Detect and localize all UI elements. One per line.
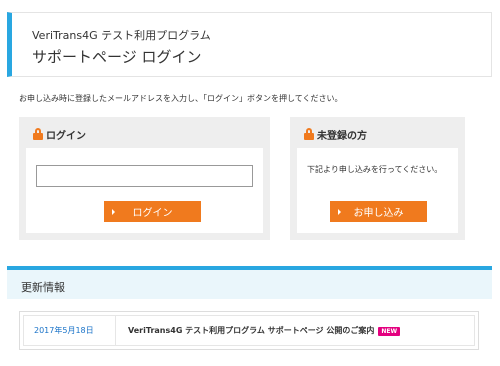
- login-instruction: お申し込み時に登録したメールアドレスを入力し、「ログイン」ボタンを押してください…: [19, 94, 343, 103]
- login-panel-body: ログイン: [26, 148, 263, 233]
- news-date: 2017年5月18日: [24, 316, 116, 345]
- news-list: 2017年5月18日 VeriTrans4G テスト利用プログラム サポートペー…: [19, 311, 479, 350]
- register-instruction: 下記より申し込みを行ってください。: [307, 165, 443, 174]
- arrow-right-icon: [338, 209, 341, 215]
- lock-icon: [33, 128, 43, 140]
- new-badge: NEW: [378, 327, 401, 336]
- arrow-right-icon: [112, 209, 115, 215]
- list-item[interactable]: 2017年5月18日 VeriTrans4G テスト利用プログラム サポートペー…: [23, 315, 475, 346]
- page-title: サポートページ ログイン: [32, 48, 202, 66]
- register-panel-title: 未登録の方: [317, 130, 367, 142]
- login-button[interactable]: ログイン: [104, 201, 201, 222]
- news-section-header: 更新情報: [7, 266, 492, 299]
- news-title[interactable]: VeriTrans4G テスト利用プログラム サポートページ 公開のご案内 NEW: [116, 325, 401, 336]
- login-panel: ログイン ログイン: [19, 117, 270, 240]
- register-panel-header: 未登録の方: [304, 127, 367, 142]
- page-header: VeriTrans4G テスト利用プログラム サポートページ ログイン: [7, 12, 492, 77]
- login-button-label: ログイン: [132, 208, 173, 219]
- register-panel-body: 下記より申し込みを行ってください。 お申し込み: [297, 148, 458, 233]
- login-panel-header: ログイン: [33, 127, 86, 142]
- news-title-text[interactable]: VeriTrans4G テスト利用プログラム サポートページ 公開のご案内: [128, 326, 374, 335]
- email-input[interactable]: [36, 165, 253, 187]
- news-section-title: 更新情報: [21, 281, 65, 294]
- register-panel: 未登録の方 下記より申し込みを行ってください。 お申し込み: [290, 117, 465, 240]
- login-panel-title: ログイン: [46, 130, 86, 142]
- lock-icon: [304, 128, 314, 140]
- app-name: VeriTrans4G テスト利用プログラム: [32, 29, 211, 42]
- apply-button-label: お申し込み: [353, 208, 404, 219]
- apply-button[interactable]: お申し込み: [330, 201, 427, 222]
